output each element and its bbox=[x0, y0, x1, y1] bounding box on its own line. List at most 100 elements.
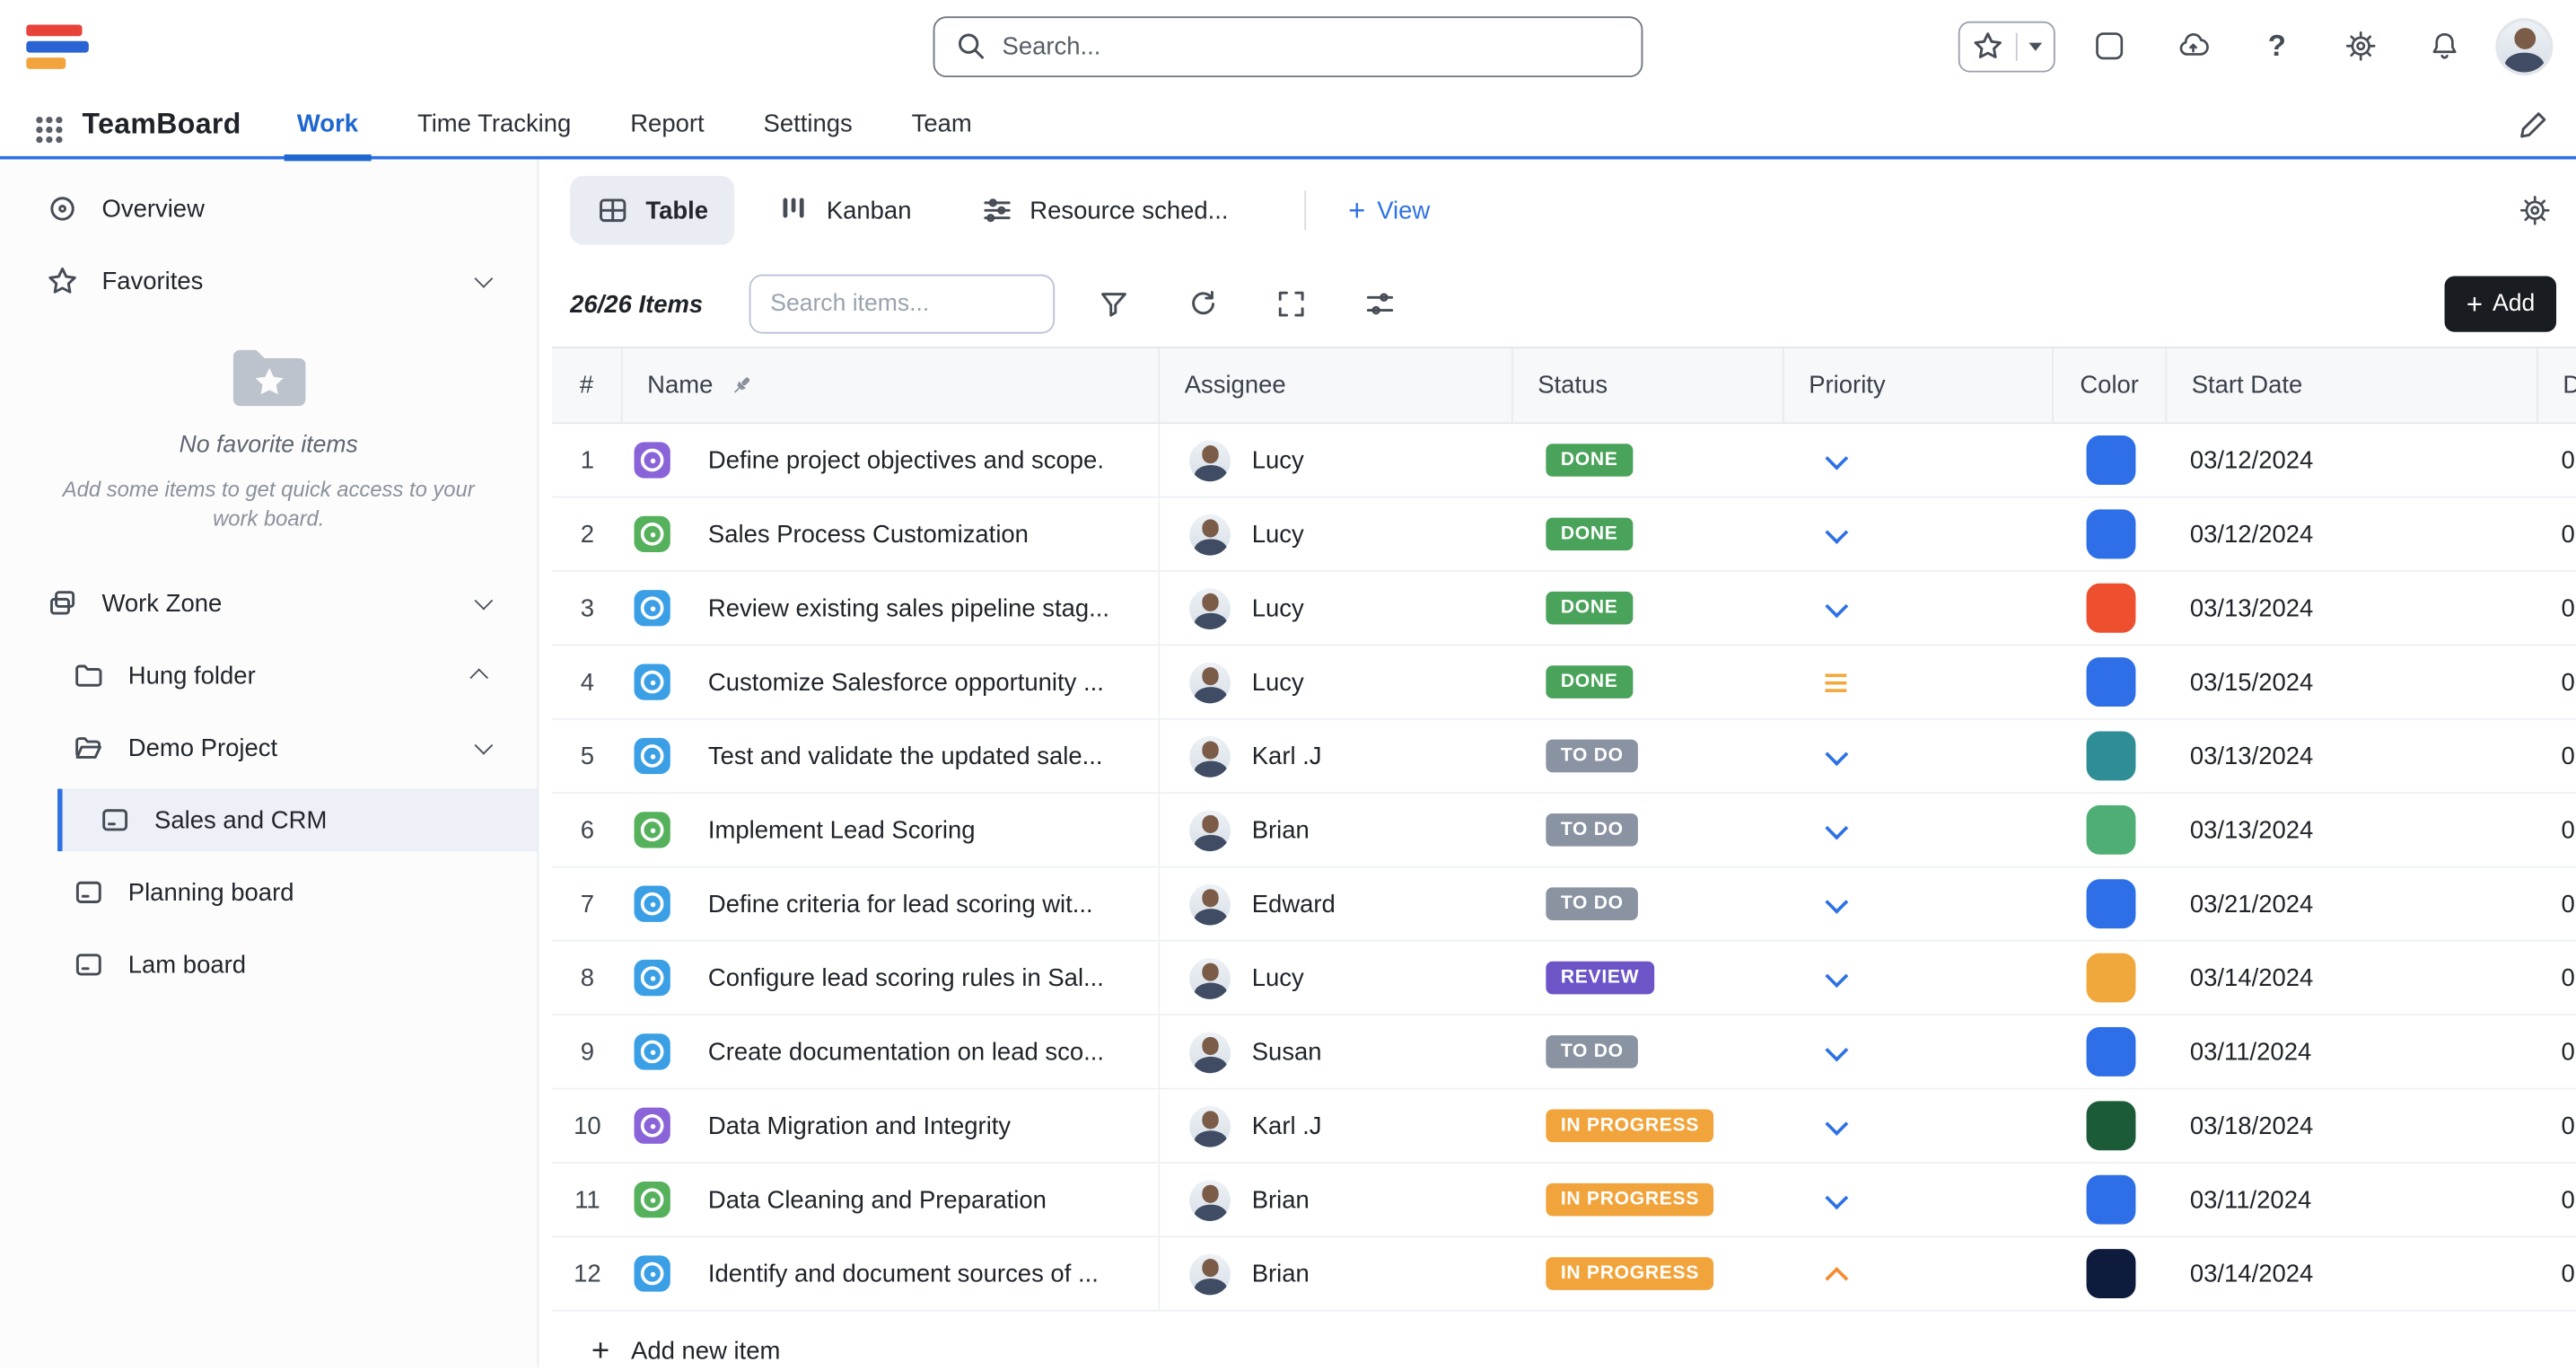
sidebar-item-work-zone[interactable]: Work Zone bbox=[0, 567, 538, 640]
task-name[interactable]: Identify and document sources of ... bbox=[708, 1260, 1099, 1288]
name-cell[interactable]: Customize Salesforce opportunity ... bbox=[623, 646, 1161, 718]
priority-cell[interactable] bbox=[1784, 424, 2054, 497]
start-date[interactable]: 03/13/2024 bbox=[2167, 720, 2538, 793]
priority-cell[interactable] bbox=[1784, 1015, 2054, 1088]
global-search[interactable] bbox=[933, 15, 1643, 76]
color-cell[interactable] bbox=[2054, 942, 2167, 1015]
task-name[interactable]: Data Cleaning and Preparation bbox=[708, 1186, 1047, 1214]
priority-cell[interactable] bbox=[1784, 646, 2054, 718]
view-tab-resource-scheduling[interactable]: Resource sched... bbox=[954, 176, 1255, 245]
chevron-down-icon[interactable] bbox=[475, 592, 494, 611]
color-swatch[interactable] bbox=[2086, 1175, 2135, 1225]
assignee-cell[interactable]: Karl .J bbox=[1160, 1090, 1513, 1163]
status-badge[interactable]: DONE bbox=[1546, 444, 1633, 477]
due-date[interactable]: 0 bbox=[2538, 794, 2576, 866]
status-badge[interactable]: DONE bbox=[1546, 592, 1633, 625]
chevron-up-icon[interactable] bbox=[469, 669, 488, 688]
column-number[interactable]: # bbox=[552, 348, 623, 422]
table-row[interactable]: 1 Define project objectives and scope. L… bbox=[552, 424, 2576, 497]
sidebar-item-favorites[interactable]: Favorites bbox=[0, 245, 538, 318]
priority-cell[interactable] bbox=[1784, 867, 2054, 940]
status-badge[interactable]: REVIEW bbox=[1546, 962, 1653, 995]
priority-icon[interactable] bbox=[1824, 891, 1850, 917]
assignee-cell[interactable]: Lucy bbox=[1160, 498, 1513, 571]
table-row[interactable]: 10 Data Migration and Integrity Karl .J … bbox=[552, 1090, 2576, 1164]
column-start-date[interactable]: Start Date bbox=[2167, 348, 2538, 422]
start-date[interactable]: 03/14/2024 bbox=[2167, 942, 2538, 1015]
assignee-cell[interactable]: Brian bbox=[1160, 794, 1513, 866]
sidebar-item-overview[interactable]: Overview bbox=[0, 172, 538, 245]
priority-icon[interactable] bbox=[1824, 1112, 1850, 1138]
status-badge[interactable]: IN PROGRESS bbox=[1546, 1257, 1713, 1290]
sidebar-item-demo-project[interactable]: Demo Project bbox=[0, 712, 538, 785]
name-cell[interactable]: Implement Lead Scoring bbox=[623, 794, 1161, 866]
start-date[interactable]: 03/12/2024 bbox=[2167, 424, 2538, 497]
color-swatch[interactable] bbox=[2086, 1249, 2135, 1298]
quick-add-button[interactable] bbox=[2080, 16, 2139, 75]
status-cell[interactable]: IN PROGRESS bbox=[1513, 1237, 1784, 1310]
due-date[interactable]: 0 bbox=[2538, 867, 2576, 940]
nav-tab-time-tracking[interactable]: Time Tracking bbox=[417, 92, 571, 156]
start-date[interactable]: 03/15/2024 bbox=[2167, 646, 2538, 718]
color-cell[interactable] bbox=[2054, 867, 2167, 940]
name-cell[interactable]: Define project objectives and scope. bbox=[623, 424, 1161, 497]
nav-tab-report[interactable]: Report bbox=[630, 92, 704, 156]
app-logo[interactable] bbox=[26, 24, 89, 68]
color-cell[interactable] bbox=[2054, 1237, 2167, 1310]
due-date[interactable]: 0 bbox=[2538, 1090, 2576, 1163]
help-icon[interactable]: ? bbox=[2247, 16, 2307, 75]
color-swatch[interactable] bbox=[2086, 657, 2135, 707]
task-name[interactable]: Define criteria for lead scoring wit... bbox=[708, 890, 1093, 918]
status-badge[interactable]: DONE bbox=[1546, 518, 1633, 551]
status-badge[interactable]: TO DO bbox=[1546, 740, 1638, 773]
edit-pencil-icon[interactable] bbox=[2517, 108, 2550, 141]
column-priority[interactable]: Priority bbox=[1784, 348, 2054, 422]
color-cell[interactable] bbox=[2054, 1090, 2167, 1163]
name-cell[interactable]: Identify and document sources of ... bbox=[623, 1237, 1161, 1310]
color-cell[interactable] bbox=[2054, 720, 2167, 793]
start-date[interactable]: 03/18/2024 bbox=[2167, 1090, 2538, 1163]
status-cell[interactable]: DONE bbox=[1513, 646, 1784, 718]
due-date[interactable]: 0 bbox=[2538, 424, 2576, 497]
table-row[interactable]: 5 Test and validate the updated sale... … bbox=[552, 720, 2576, 794]
start-date[interactable]: 03/12/2024 bbox=[2167, 498, 2538, 571]
sidebar-item-planning-board[interactable]: Planning board bbox=[0, 857, 538, 929]
color-swatch[interactable] bbox=[2086, 954, 2135, 1003]
table-row[interactable]: 8 Configure lead scoring rules in Sal...… bbox=[552, 942, 2576, 1015]
color-swatch[interactable] bbox=[2086, 435, 2135, 485]
status-badge[interactable]: IN PROGRESS bbox=[1546, 1183, 1713, 1217]
name-cell[interactable]: Review existing sales pipeline stag... bbox=[623, 572, 1161, 645]
priority-icon[interactable] bbox=[1824, 817, 1850, 843]
color-swatch[interactable] bbox=[2086, 509, 2135, 558]
due-date[interactable]: 0 bbox=[2538, 1015, 2576, 1088]
task-name[interactable]: Configure lead scoring rules in Sal... bbox=[708, 964, 1104, 992]
assignee-cell[interactable]: Susan bbox=[1160, 1015, 1513, 1088]
table-row[interactable]: 9 Create documentation on lead sco... Su… bbox=[552, 1015, 2576, 1089]
status-cell[interactable]: TO DO bbox=[1513, 794, 1784, 866]
status-cell[interactable]: DONE bbox=[1513, 572, 1784, 645]
color-swatch[interactable] bbox=[2086, 805, 2135, 855]
name-cell[interactable]: Configure lead scoring rules in Sal... bbox=[623, 942, 1161, 1015]
name-cell[interactable]: Test and validate the updated sale... bbox=[623, 720, 1161, 793]
add-new-item-button[interactable]: + Add new item bbox=[552, 1312, 2576, 1367]
status-cell[interactable]: TO DO bbox=[1513, 1015, 1784, 1088]
name-cell[interactable]: Sales Process Customization bbox=[623, 498, 1161, 571]
status-cell[interactable]: TO DO bbox=[1513, 867, 1784, 940]
status-badge[interactable]: TO DO bbox=[1546, 887, 1638, 920]
color-swatch[interactable] bbox=[2086, 1101, 2135, 1150]
global-search-input[interactable] bbox=[1003, 32, 1622, 60]
start-date[interactable]: 03/14/2024 bbox=[2167, 1237, 2538, 1310]
status-badge[interactable]: TO DO bbox=[1546, 1035, 1638, 1068]
status-badge[interactable]: DONE bbox=[1546, 665, 1633, 699]
gear-icon[interactable] bbox=[2331, 16, 2390, 75]
start-date[interactable]: 03/11/2024 bbox=[2167, 1015, 2538, 1088]
add-item-button[interactable]: + Add bbox=[2445, 277, 2556, 332]
task-name[interactable]: Define project objectives and scope. bbox=[708, 446, 1104, 474]
priority-icon[interactable] bbox=[1824, 595, 1850, 621]
priority-cell[interactable] bbox=[1784, 572, 2054, 645]
pin-icon[interactable] bbox=[730, 373, 754, 397]
column-settings-icon[interactable] bbox=[1350, 275, 1409, 334]
assignee-cell[interactable]: Brian bbox=[1160, 1237, 1513, 1310]
favorites-dropdown[interactable] bbox=[1958, 21, 2055, 72]
table-row[interactable]: 6 Implement Lead Scoring Brian TO DO 03/… bbox=[552, 794, 2576, 867]
